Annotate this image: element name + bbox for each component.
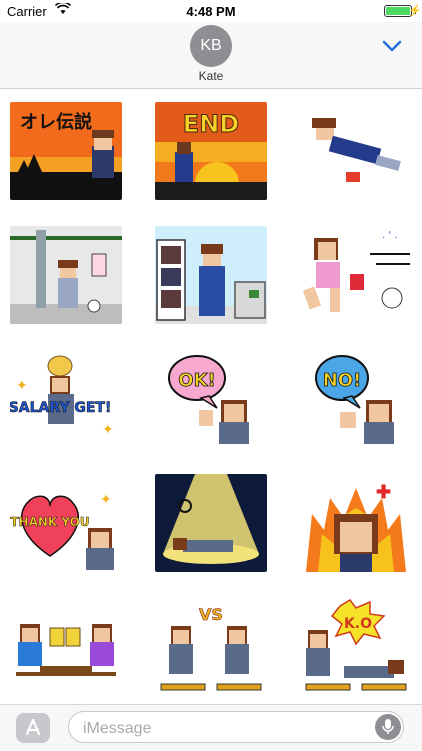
- message-field[interactable]: [68, 711, 404, 743]
- microphone-button[interactable]: [375, 714, 401, 740]
- clock: 4:48 PM: [186, 4, 236, 19]
- sticker-ko[interactable]: K.O: [300, 598, 412, 696]
- sticker-thank-you[interactable]: THANK YOU ✦: [10, 474, 122, 572]
- chevron-down-icon[interactable]: [380, 34, 404, 58]
- sticker-text: THANK YOU: [10, 515, 89, 529]
- sticker-sliding[interactable]: [300, 102, 412, 200]
- sticker-text: OK!: [178, 370, 215, 391]
- message-input[interactable]: [81, 718, 365, 740]
- microphone-icon: [382, 719, 394, 734]
- input-bar: [0, 704, 422, 751]
- sticker-cheers[interactable]: [10, 598, 122, 696]
- app-store-button[interactable]: [16, 713, 50, 743]
- sticker-salary[interactable]: SALARY GET! ✦ ✦: [10, 350, 122, 448]
- sticker-wall[interactable]: [10, 226, 122, 324]
- sticker-text: オレ伝説: [20, 111, 92, 133]
- avatar[interactable]: KB: [190, 25, 232, 67]
- sticker-text: VS: [199, 605, 223, 624]
- status-bar: Carrier 4:48 PM ⚡: [0, 0, 422, 22]
- sticker-text: END: [183, 110, 239, 138]
- sticker-text: K.O: [344, 616, 372, 632]
- sticker-office[interactable]: [155, 226, 267, 324]
- svg-text:✦: ✦: [16, 377, 28, 393]
- app-store-icon: [25, 718, 41, 736]
- sticker-text: SALARY GET!: [10, 400, 111, 416]
- svg-text:✦: ✦: [102, 421, 114, 437]
- sticker-text: NO!: [323, 370, 362, 391]
- conversation-header: KB Kate: [0, 22, 422, 89]
- sticker-vs[interactable]: VS: [155, 598, 267, 696]
- contact-name[interactable]: Kate: [0, 69, 422, 83]
- sticker-angry[interactable]: ✚: [300, 474, 412, 572]
- sticker-spotlight[interactable]: [155, 474, 267, 572]
- sticker-running[interactable]: . ' .: [300, 226, 412, 324]
- charging-icon: ⚡: [408, 5, 422, 17]
- svg-text:✦: ✦: [100, 491, 112, 507]
- sticker-end[interactable]: END: [155, 102, 267, 200]
- sticker-legend[interactable]: オレ伝説: [10, 102, 122, 200]
- sticker-no[interactable]: NO!: [300, 350, 412, 448]
- svg-text:✚: ✚: [376, 482, 391, 502]
- sticker-ok[interactable]: OK!: [155, 350, 267, 448]
- svg-text:. ' .: . ' .: [382, 230, 397, 241]
